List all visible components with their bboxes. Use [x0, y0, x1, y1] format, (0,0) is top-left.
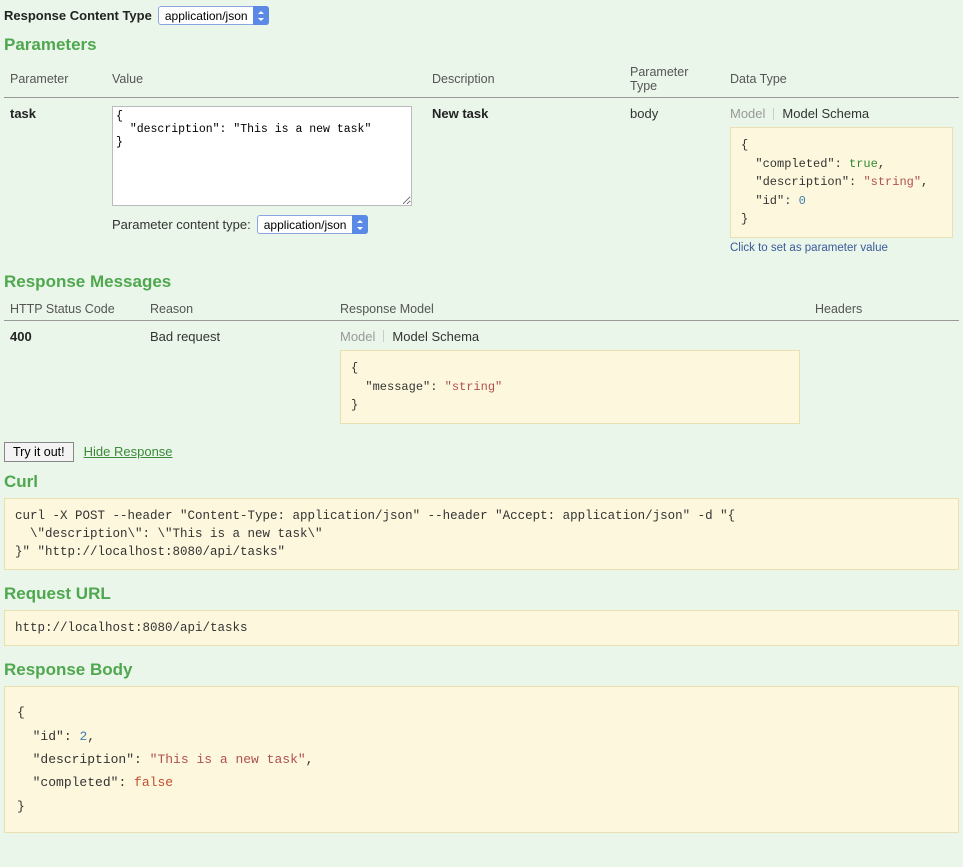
param-content-type-select[interactable]: application/json	[257, 215, 368, 234]
response-content-type-label: Response Content Type	[4, 8, 152, 23]
param-name: task	[10, 106, 36, 121]
set-param-value-hint[interactable]: Click to set as parameter value	[730, 242, 953, 254]
col-data-type: Data Type	[724, 61, 959, 98]
tab-separator	[773, 108, 774, 120]
param-description: New task	[432, 106, 488, 121]
col-parameter: Parameter	[4, 61, 106, 98]
parameters-table: Parameter Value Description Parameter Ty…	[4, 61, 959, 262]
curl-output: curl -X POST --header "Content-Type: app…	[4, 498, 959, 570]
col-value: Value	[106, 61, 426, 98]
response-body-heading: Response Body	[4, 660, 959, 680]
col-reason: Reason	[144, 298, 334, 321]
col-status-code: HTTP Status Code	[4, 298, 144, 321]
param-type: body	[630, 106, 658, 121]
param-value-textarea[interactable]	[112, 106, 412, 206]
tab-model-schema[interactable]: Model Schema	[392, 329, 479, 344]
param-content-type-label: Parameter content type:	[112, 217, 251, 232]
curl-heading: Curl	[4, 472, 959, 492]
col-parameter-type: Parameter Type	[624, 61, 724, 98]
tab-model[interactable]: Model	[340, 329, 375, 344]
status-code: 400	[10, 329, 32, 344]
parameters-heading: Parameters	[4, 35, 959, 55]
response-body-output: { "id": 2, "description": "This is a new…	[4, 686, 959, 833]
col-response-model: Response Model	[334, 298, 809, 321]
hide-response-link[interactable]: Hide Response	[84, 444, 173, 459]
request-url-heading: Request URL	[4, 584, 959, 604]
response-messages-heading: Response Messages	[4, 272, 959, 292]
try-it-out-button[interactable]: Try it out!	[4, 442, 74, 462]
tab-model-schema[interactable]: Model Schema	[782, 106, 869, 121]
request-url-output: http://localhost:8080/api/tasks	[4, 610, 959, 646]
response-content-type-select[interactable]: application/json	[158, 6, 269, 25]
reason: Bad request	[150, 329, 220, 344]
tab-separator	[383, 330, 384, 342]
parameter-row: task Parameter content type: application…	[4, 98, 959, 262]
response-model-schema: { "message": "string" }	[340, 350, 800, 424]
tab-model[interactable]: Model	[730, 106, 765, 121]
col-description: Description	[426, 61, 624, 98]
param-model-schema[interactable]: { "completed": true, "description": "str…	[730, 127, 953, 238]
response-message-row: 400 Bad request Model Model Schema { "me…	[4, 320, 959, 431]
col-headers: Headers	[809, 298, 959, 321]
response-messages-table: HTTP Status Code Reason Response Model H…	[4, 298, 959, 432]
